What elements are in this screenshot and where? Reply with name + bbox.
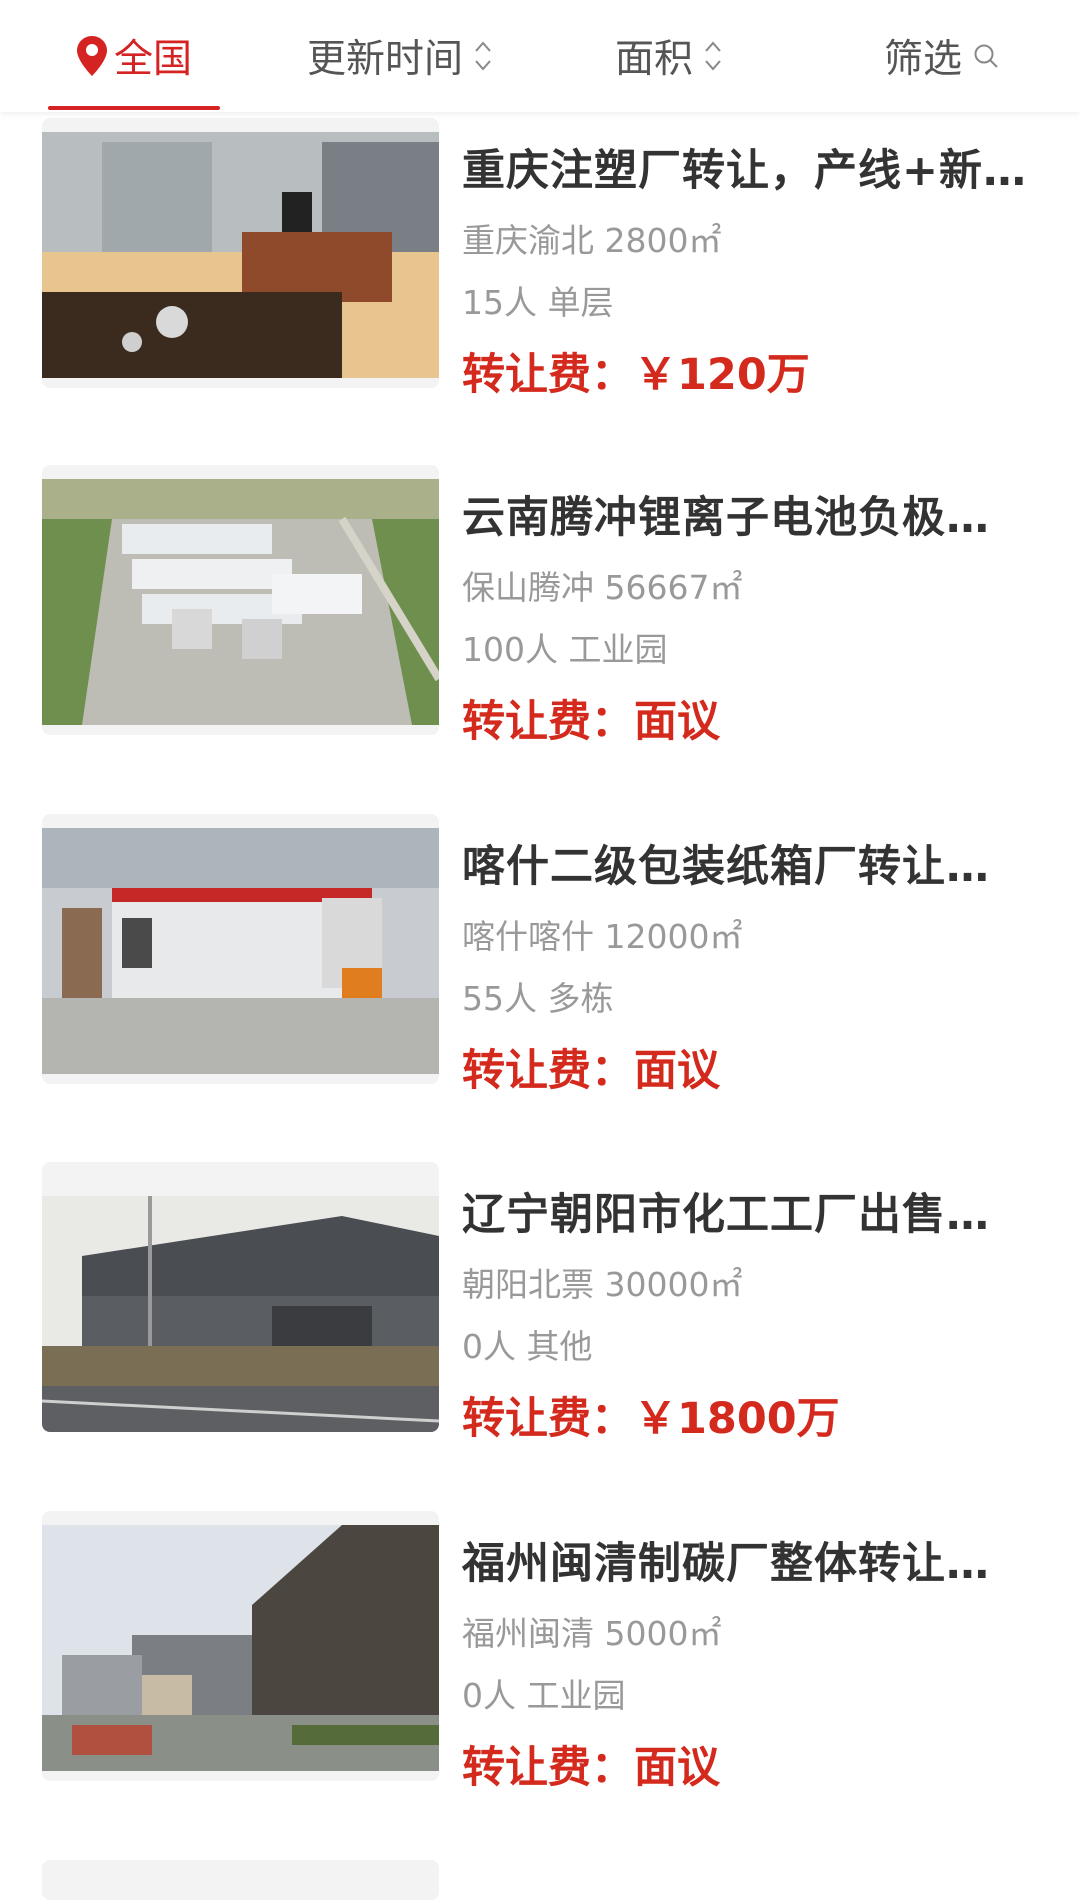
office-interior-photo bbox=[42, 132, 439, 378]
price-value: ￥120万 bbox=[634, 350, 810, 400]
listing-card[interactable]: 喀什二级包装纸箱厂转让… 喀什喀什 12000㎡ 55人 多栋 转让费：面议 bbox=[42, 814, 1042, 1096]
listing-location: 保山腾冲 56667㎡ bbox=[462, 568, 743, 607]
aerial-factory-photo bbox=[42, 479, 439, 725]
carbon-plant-photo bbox=[42, 1525, 439, 1771]
listing-meta: 55人 多栋 bbox=[462, 979, 614, 1018]
price-value: ￥1800万 bbox=[634, 1394, 840, 1444]
tab-filter-label: 筛选 bbox=[883, 37, 962, 82]
carton-machine-photo bbox=[42, 828, 439, 1074]
listing-price: 转让费：￥1800万 bbox=[462, 1384, 840, 1446]
tab-filter[interactable]: 筛选 bbox=[872, 0, 1012, 112]
sort-updown-icon bbox=[475, 41, 491, 71]
next-listing-thumbnail bbox=[42, 1860, 439, 1900]
listing-card[interactable]: 辽宁朝阳市化工工厂出售… 朝阳北票 30000㎡ 0人 其他 转让费：￥1800… bbox=[42, 1162, 1042, 1444]
listing-meta: 100人 工业园 bbox=[462, 630, 668, 669]
listing-card[interactable]: 重庆注塑厂转让，产线+新… 重庆渝北 2800㎡ 15人 单层 转让费：￥120… bbox=[42, 118, 1042, 400]
price-label: 转让费： bbox=[462, 1046, 634, 1096]
tab-area-label: 面积 bbox=[614, 37, 693, 82]
listing-location: 福州闽清 5000㎡ bbox=[462, 1614, 722, 1653]
location-pin-icon bbox=[76, 36, 107, 76]
price-value: 面议 bbox=[634, 1743, 720, 1793]
listing-meta: 15人 单层 bbox=[462, 283, 614, 322]
listing-location: 重庆渝北 2800㎡ bbox=[462, 221, 722, 260]
listing-title[interactable]: 重庆注塑厂转让，产线+新… bbox=[462, 136, 1062, 196]
tab-update-time-label: 更新时间 bbox=[306, 37, 463, 82]
price-label: 转让费： bbox=[462, 697, 634, 747]
listing-title[interactable]: 喀什二级包装纸箱厂转让… bbox=[462, 832, 1062, 892]
listing-title[interactable]: 辽宁朝阳市化工工厂出售… bbox=[462, 1180, 1062, 1240]
listing-price: 转让费：面议 bbox=[462, 1036, 720, 1098]
tab-region-label: 全国 bbox=[113, 37, 192, 82]
price-value: 面议 bbox=[634, 697, 720, 747]
sort-updown-icon bbox=[705, 41, 721, 71]
factory-building-photo bbox=[42, 1196, 439, 1432]
tab-update-time[interactable]: 更新时间 bbox=[290, 0, 510, 112]
search-icon bbox=[974, 44, 998, 68]
listing-card[interactable]: 福州闽清制碳厂整体转让… 福州闽清 5000㎡ 0人 工业园 转让费：面议 bbox=[42, 1511, 1042, 1793]
listing-thumbnail bbox=[42, 118, 439, 388]
listing-location: 朝阳北票 30000㎡ bbox=[462, 1265, 743, 1304]
listing-price: 转让费：面议 bbox=[462, 687, 720, 749]
listing-price: 转让费：面议 bbox=[462, 1733, 720, 1795]
active-tab-underline bbox=[48, 106, 220, 110]
listing-location: 喀什喀什 12000㎡ bbox=[462, 917, 743, 956]
tab-region[interactable]: 全国 bbox=[48, 0, 220, 112]
listing-meta: 0人 工业园 bbox=[462, 1676, 626, 1715]
listing-thumbnail bbox=[42, 1162, 439, 1432]
price-value: 面议 bbox=[634, 1046, 720, 1096]
filter-bar: 全国 更新时间 面积 筛选 bbox=[0, 0, 1080, 112]
listing-price: 转让费：￥120万 bbox=[462, 340, 810, 402]
listing-card[interactable]: 云南腾冲锂离子电池负极… 保山腾冲 56667㎡ 100人 工业园 转让费：面议 bbox=[42, 465, 1042, 747]
price-label: 转让费： bbox=[462, 1394, 634, 1444]
listing-thumbnail bbox=[42, 1511, 439, 1781]
price-label: 转让费： bbox=[462, 1743, 634, 1793]
listing-thumbnail bbox=[42, 814, 439, 1084]
listing-thumbnail bbox=[42, 465, 439, 735]
tab-area[interactable]: 面积 bbox=[604, 0, 734, 112]
listing-title[interactable]: 福州闽清制碳厂整体转让… bbox=[462, 1529, 1062, 1589]
listing-meta: 0人 其他 bbox=[462, 1327, 593, 1366]
price-label: 转让费： bbox=[462, 350, 634, 400]
listing-title[interactable]: 云南腾冲锂离子电池负极… bbox=[462, 483, 1062, 543]
